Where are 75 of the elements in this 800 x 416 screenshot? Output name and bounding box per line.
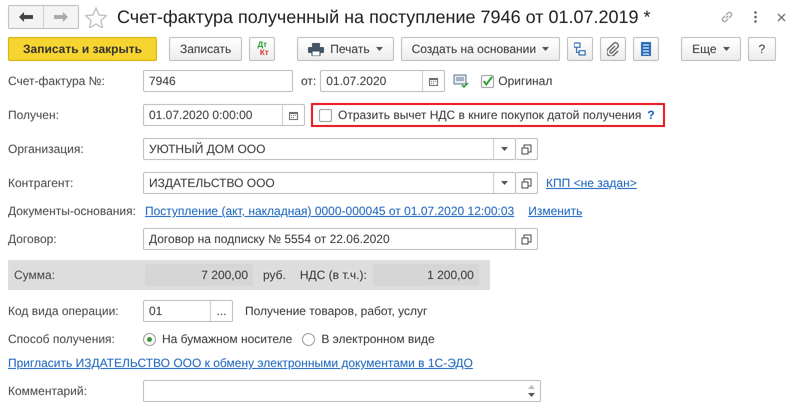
back-arrow-icon [19,12,33,22]
attach-button[interactable] [600,37,626,61]
save-and-close-button[interactable]: Записать и закрыть [8,37,157,61]
close-icon[interactable] [777,12,786,22]
field-label: Способ получения: [8,332,116,346]
hierarchy-icon [574,42,586,56]
printer-icon [308,42,324,56]
radio-label: В электронном виде [321,332,435,346]
comment-field[interactable] [143,380,541,402]
document-check-icon[interactable] [453,74,470,88]
caret-icon [722,47,730,51]
field-label: Счет-фактура №: [8,74,106,88]
more-icon[interactable] [754,11,757,23]
field-label: Код вида операции: [8,304,120,318]
operation-description: Получение товаров, работ, услуг [245,304,428,318]
kpp-link[interactable]: КПП <не задан> [546,176,637,190]
code-field[interactable]: 01 ... [143,300,233,322]
caret-icon [501,181,508,185]
help-link[interactable]: ? [647,108,655,122]
back-button[interactable] [9,6,43,28]
open-window-icon [521,234,532,244]
list-button[interactable] [633,37,660,61]
checkbox[interactable] [319,108,332,122]
calendar-icon [428,76,440,86]
caret-icon [376,47,383,51]
field-label: НДС (в т.ч.): [300,268,367,282]
open-button[interactable] [516,228,538,250]
field-label: от: [301,74,316,88]
field-label: Контрагент: [8,176,74,190]
document-link[interactable]: Поступление (акт, накладная) 0000-000045 от 01.07.2020 12:00:03 [145,204,514,218]
field-label: Комментарий: [8,384,88,398]
field-label: Организация: [8,142,85,156]
checkbox-label: Отразить вычет НДС в книге покупок датой получения [338,108,642,122]
select-field[interactable]: ИЗДАТЕЛЬСТВО ООО [143,172,516,194]
debit-credit-button[interactable]: Дт Кт [249,37,276,61]
checkmark-icon [482,74,494,88]
star-icon[interactable] [85,6,107,28]
select-button[interactable]: ... [210,301,232,321]
invite-link[interactable]: Пригласить ИЗДАТЕЛЬСТВО ООО к обмену электронными документами в 1С-ЭДО [8,356,473,370]
change-link[interactable]: Изменить [528,204,582,218]
select-field[interactable]: УЮТНЫЙ ДОМ ООО [143,138,516,160]
caret-icon [501,147,508,151]
radio-button[interactable] [302,332,316,346]
date-field[interactable]: 01.07.2020 [320,70,446,92]
radio-label: На бумажном носителе [162,332,292,346]
calendar-icon [288,110,299,120]
structure-button[interactable] [567,37,594,61]
list-icon [641,42,652,56]
open-button[interactable] [516,138,538,160]
paperclip-icon [607,42,620,56]
open-window-icon [521,144,532,154]
menu-button[interactable]: Создать на основании [400,37,560,61]
toolbar-button[interactable]: Записать [169,37,242,61]
caret-icon [542,47,550,51]
number-field[interactable]: 7946 [143,70,293,92]
amount-field: 7 200,00 [145,264,253,286]
forward-arrow-icon [54,12,68,22]
print-button[interactable]: Печать [297,37,394,61]
radio-button[interactable] [143,332,156,346]
checkbox-label: Оригинал [498,74,552,88]
spin-arrows-icon [528,384,535,398]
open-window-icon [521,178,532,188]
contract-field[interactable]: Договор на подписку № 5554 от 22.06.2020 [143,228,516,250]
field-label: Получен: [8,108,60,122]
checkbox[interactable] [481,74,494,88]
open-button[interactable] [516,172,538,194]
menu-button[interactable]: Еще [681,37,741,61]
amount-field: 1 200,00 [372,264,479,286]
toolbar-button[interactable]: ? [748,37,776,61]
currency-label: руб. [263,268,286,282]
field-label: Документы-основания: [8,204,137,218]
field-label: Договор: [8,232,58,246]
window-title: Счет-фактура полученный на поступление 7946 от 01.07.2019 * [117,6,652,28]
field-label: Сумма: [14,268,56,282]
datetime-field[interactable]: 01.07.2020 0:00:00 [143,104,305,126]
